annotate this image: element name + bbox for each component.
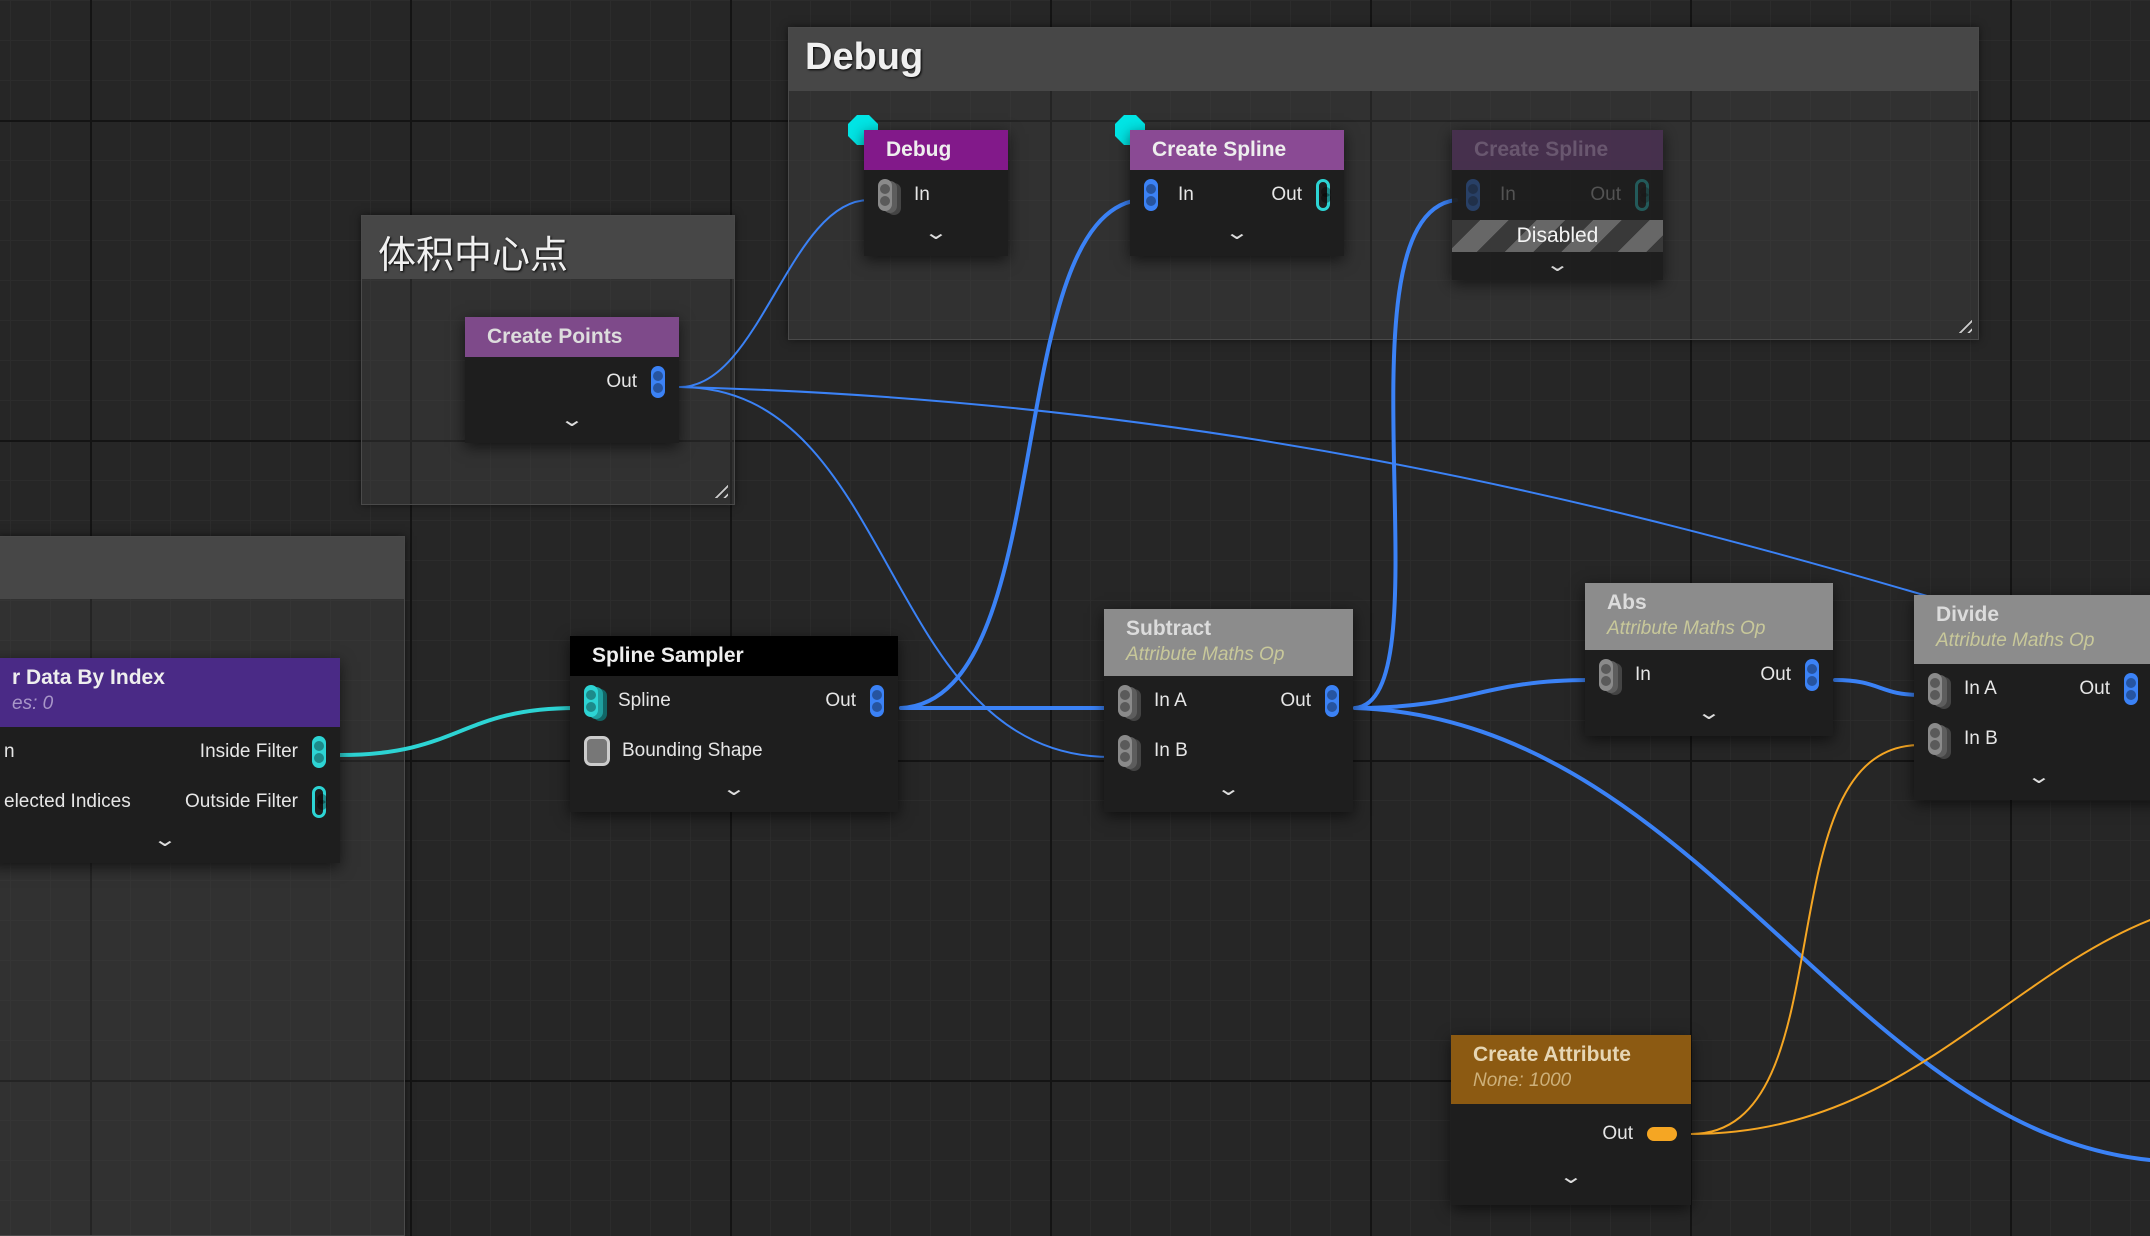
node-subtitle: Attribute Maths Op <box>1126 644 1331 666</box>
input-pin-icon[interactable] <box>1928 723 1942 755</box>
wire-createpoints-divide[interactable] <box>680 387 1927 596</box>
chevron-down-icon[interactable]: ⌄ <box>1523 700 1895 736</box>
output-pin-icon[interactable] <box>651 366 665 398</box>
pin-label: In A <box>1154 690 1187 712</box>
node-spline-sampler[interactable]: Spline Sampler SplineOut Bounding Shape … <box>570 636 898 812</box>
output-pin-icon[interactable] <box>870 685 884 717</box>
pin-label: elected Indices <box>4 791 131 813</box>
input-pin-icon[interactable] <box>1599 659 1613 691</box>
pin-label: Outside Filter <box>185 791 298 813</box>
node-debug[interactable]: Debug In ⌄ <box>864 130 1008 256</box>
pin-label: In B <box>1964 728 1998 750</box>
output-pin-icon[interactable] <box>1635 179 1649 211</box>
node-title: Subtract <box>1126 617 1331 641</box>
node-title: Divide <box>1936 603 2142 627</box>
chevron-down-icon[interactable]: ⌄ <box>1399 252 1716 280</box>
node-subtitle: es: 0 <box>12 693 318 715</box>
wire-sampler-createspline[interactable] <box>901 200 1138 708</box>
chevron-down-icon[interactable]: ⌄ <box>412 407 733 443</box>
pin-label: In <box>914 184 930 206</box>
pin-label: In <box>1500 184 1516 206</box>
input-pin-icon[interactable] <box>584 685 598 717</box>
node-create-spline[interactable]: Create Spline In Out ⌄ <box>1130 130 1344 256</box>
node-title: Debug <box>864 130 1008 170</box>
node-create-spline-disabled[interactable]: Create Spline In Out Disabled ⌄ <box>1452 130 1663 280</box>
chevron-down-icon[interactable]: ⌄ <box>1852 764 2150 800</box>
node-abs[interactable]: AbsAttribute Maths Op InOut ⌄ <box>1585 583 1833 736</box>
pin-label: Out <box>1590 184 1621 206</box>
node-title: r Data By Index <box>12 666 318 690</box>
pin-label: Bounding Shape <box>622 740 763 762</box>
pin-label: Out <box>1280 690 1311 712</box>
wire-createattr-divide-inb[interactable] <box>1691 745 1920 1134</box>
pin-label: Out <box>606 371 637 393</box>
chevron-down-icon[interactable]: ⌄ <box>1391 1164 1751 1200</box>
node-title: Abs <box>1607 591 1811 615</box>
node-subtract[interactable]: SubtractAttribute Maths Op In AOut In B … <box>1104 609 1353 812</box>
output-pin-icon[interactable] <box>312 786 326 818</box>
pin-label: In <box>1635 664 1651 686</box>
input-pin-icon[interactable] <box>1118 735 1132 767</box>
node-subtitle: Attribute Maths Op <box>1936 630 2142 652</box>
wire-createattr-offscreen[interactable] <box>1691 920 2150 1134</box>
pin-label: n <box>4 741 15 763</box>
input-pin-icon[interactable] <box>1144 179 1158 211</box>
output-pin-icon[interactable] <box>1316 179 1330 211</box>
shape-pin-icon[interactable] <box>584 736 610 766</box>
input-pin-icon[interactable] <box>1118 685 1132 717</box>
chevron-down-icon[interactable]: ⌄ <box>488 776 980 812</box>
node-subtitle: None: 1000 <box>1473 1070 1669 1092</box>
node-title: Create Spline <box>1452 130 1663 170</box>
input-pin-icon[interactable] <box>1466 179 1480 211</box>
pin-label: Out <box>1760 664 1791 686</box>
node-title: Create Attribute <box>1473 1043 1669 1067</box>
node-title: Spline Sampler <box>570 636 898 676</box>
node-create-points[interactable]: Create Points Out ⌄ <box>465 317 679 443</box>
chevron-down-icon[interactable]: ⌄ <box>0 827 428 863</box>
pin-label: In A <box>1964 678 1997 700</box>
chevron-down-icon[interactable]: ⌄ <box>828 220 1044 256</box>
output-pin-icon[interactable] <box>312 736 326 768</box>
output-pin-icon[interactable] <box>1805 659 1819 691</box>
pin-label: Out <box>1271 184 1302 206</box>
output-pin-icon[interactable] <box>2124 673 2138 705</box>
pin-label: Inside Filter <box>200 741 298 763</box>
disabled-banner: Disabled <box>1452 220 1663 252</box>
chevron-down-icon[interactable]: ⌄ <box>1077 220 1398 256</box>
input-pin-icon[interactable] <box>878 179 892 211</box>
node-filter-data-by-index[interactable]: r Data By Index es: 0 n Inside Filter elec… <box>0 658 340 863</box>
output-pin-icon[interactable] <box>1647 1127 1677 1141</box>
wire-abs-divide-ina[interactable] <box>1835 680 1920 695</box>
pin-label: In <box>1178 184 1194 206</box>
pin-label: In B <box>1154 740 1188 762</box>
input-pin-icon[interactable] <box>1928 673 1942 705</box>
pin-label: Out <box>1602 1123 1633 1145</box>
node-create-attribute[interactable]: Create AttributeNone: 1000 Out ⌄ <box>1451 1035 1691 1205</box>
wire-filter-sampler[interactable] <box>340 708 576 755</box>
node-title: Create Points <box>465 317 679 357</box>
pin-label: Out <box>2079 678 2110 700</box>
pin-label: Spline <box>618 690 671 712</box>
node-title: Create Spline <box>1130 130 1344 170</box>
pin-label: Out <box>825 690 856 712</box>
output-pin-icon[interactable] <box>1325 685 1339 717</box>
node-subtitle: Attribute Maths Op <box>1607 618 1811 640</box>
node-divide[interactable]: DivideAttribute Maths Op In AOut In B ⌄ <box>1914 595 2150 800</box>
chevron-down-icon[interactable]: ⌄ <box>1042 776 1416 812</box>
